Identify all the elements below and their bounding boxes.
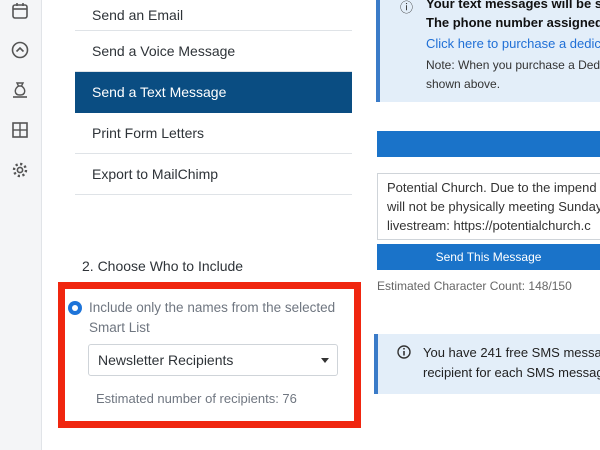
chevron-up-circle-icon[interactable] bbox=[11, 41, 29, 59]
action-send-email[interactable]: Send an Email bbox=[75, 0, 352, 31]
info-note: Note: When you purchase a Dedic bbox=[426, 58, 600, 72]
message-line: Potential Church. Due to the impend bbox=[387, 180, 597, 195]
action-export-mailchimp[interactable]: Export to MailChimp bbox=[75, 154, 352, 195]
smart-list-radio-label[interactable]: Include only the names from the selected… bbox=[89, 298, 347, 338]
message-textarea[interactable]: Potential Church. Due to the impend will… bbox=[377, 173, 600, 240]
icon-sidebar bbox=[0, 0, 42, 450]
smart-list-select[interactable]: Newsletter Recipients bbox=[88, 344, 338, 376]
message-line: livestream: https://potentialchurch.c bbox=[387, 218, 591, 233]
info-icon bbox=[397, 345, 411, 359]
smart-list-radio[interactable] bbox=[68, 301, 82, 315]
info-line: You have 241 free SMS messag bbox=[423, 345, 600, 360]
action-label: Send a Text Message bbox=[92, 84, 227, 100]
message-line: will not be physically meeting Sunday bbox=[387, 199, 600, 214]
purchase-number-link[interactable]: Click here to purchase a dedica bbox=[426, 36, 600, 51]
calendar-icon[interactable] bbox=[11, 2, 29, 20]
grid-icon[interactable] bbox=[11, 121, 29, 139]
character-count: Estimated Character Count: 148/150 bbox=[377, 279, 572, 293]
info-alert-top: ⓘ Your text messages will be sen The pho… bbox=[376, 0, 600, 102]
info-alert-bottom: You have 241 free SMS messag recipient f… bbox=[374, 334, 600, 394]
action-label: Print Form Letters bbox=[92, 125, 205, 141]
caret-down-icon bbox=[321, 358, 329, 363]
action-list: Send an Email Send a Voice Message Send … bbox=[75, 0, 352, 195]
gear-icon[interactable] bbox=[11, 161, 29, 179]
action-send-voice-message[interactable]: Send a Voice Message bbox=[75, 31, 352, 72]
estimated-recipients: Estimated number of recipients: 76 bbox=[96, 391, 297, 406]
section-title: 2. Choose Who to Include bbox=[82, 258, 244, 274]
send-message-button[interactable]: Send This Message bbox=[377, 244, 600, 270]
action-print-form-letters[interactable]: Print Form Letters bbox=[75, 113, 352, 154]
info-note: shown above. bbox=[426, 77, 501, 91]
money-bag-icon[interactable] bbox=[11, 81, 29, 99]
info-line: recipient for each SMS message bbox=[423, 365, 600, 380]
send-message-label: Send This Message bbox=[435, 250, 542, 264]
smart-list-selected-value: Newsletter Recipients bbox=[98, 352, 234, 368]
action-label: Send an Email bbox=[92, 7, 184, 23]
info-icon: ⓘ bbox=[400, 0, 414, 15]
info-line: The phone number assigned to bbox=[426, 15, 600, 30]
action-label: Send a Voice Message bbox=[92, 43, 236, 59]
action-label: Export to MailChimp bbox=[92, 166, 219, 182]
info-line: Your text messages will be sen bbox=[426, 0, 600, 11]
message-header-bar bbox=[377, 131, 600, 157]
action-send-text-message[interactable]: Send a Text Message bbox=[75, 72, 352, 113]
